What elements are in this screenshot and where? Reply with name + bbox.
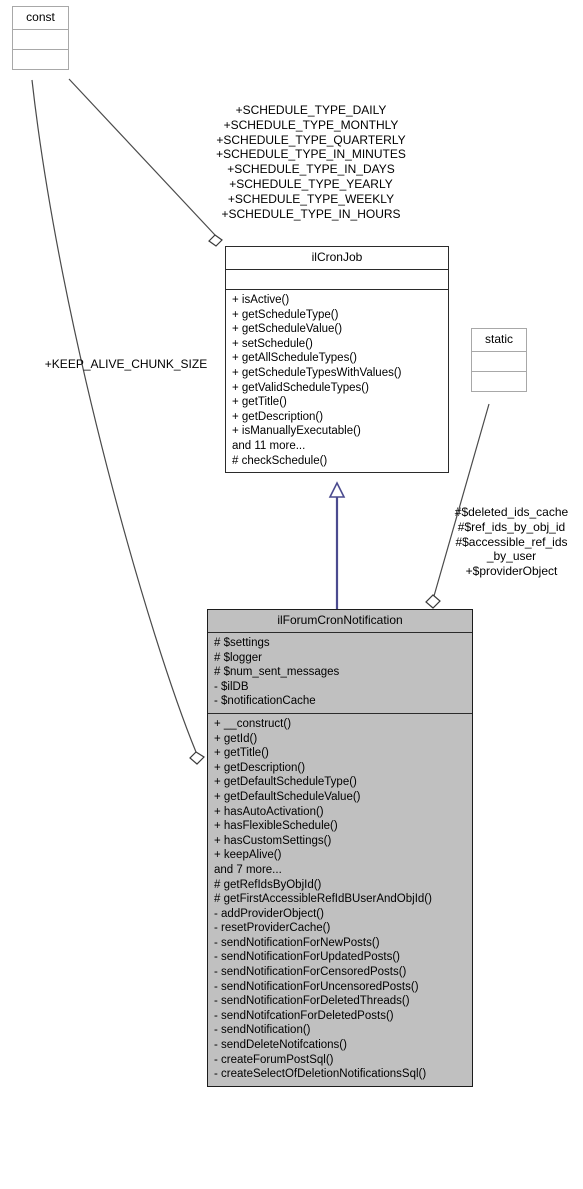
class-box-main-methods: + __construct() + getId() + getTitle() + ge… — [208, 714, 472, 1086]
class-member: - sendNotification() — [214, 1024, 311, 1037]
class-member: + getAllScheduleTypes() — [232, 352, 357, 365]
class-box-static-attributes — [472, 352, 526, 371]
class-member: + getDefaultScheduleType() — [214, 776, 357, 789]
class-member: - sendNotifcationForDeletedPosts() — [214, 1009, 394, 1022]
class-member: - addProviderObject() — [214, 907, 324, 920]
class-box-const-methods — [13, 50, 68, 69]
class-box-ilcronjob[interactable]: ilCronJob + isActive() + getScheduleType(… — [225, 246, 449, 474]
diamond-main-const — [189, 751, 205, 765]
class-member: + getDescription() — [232, 410, 324, 423]
class-member: - sendNotificationForUpdatedPosts() — [214, 951, 400, 964]
class-member: + hasCustomSettings() — [214, 834, 332, 847]
class-member: - $notificationCache — [214, 695, 316, 708]
edge-label-schedule-types: +SCHEDULE_TYPE_DAILY +SCHEDULE_TYPE_MONT… — [216, 103, 406, 221]
class-member: + getTitle() — [214, 747, 269, 760]
class-member: - createForumPostSql() — [214, 1053, 334, 1066]
class-member: + setSchedule() — [232, 337, 313, 350]
class-box-const[interactable]: const — [12, 6, 69, 70]
class-box-ilforumcronnotification[interactable]: ilForumCronNotification # $settings # $lo… — [207, 609, 473, 1087]
class-member: and 11 more... — [232, 439, 306, 452]
class-member: # $num_sent_messages — [214, 666, 340, 679]
uml-diagram-canvas: const +SCHEDULE_TYPE_DAILY +SCHEDULE_TYP… — [0, 0, 583, 1189]
class-box-static-title: static — [484, 332, 513, 346]
class-member: # $settings — [214, 637, 270, 649]
class-box-const-title: const — [26, 10, 55, 24]
class-member: + getTitle() — [232, 396, 287, 409]
class-member: # $logger — [214, 651, 262, 664]
edge-const-to-main — [31, 79, 197, 753]
class-box-static-methods — [472, 372, 526, 391]
class-member: + getId() — [214, 732, 258, 745]
class-member: # getRefIdsByObjId() — [214, 878, 322, 891]
class-member: and 7 more... — [214, 863, 282, 876]
class-box-const-attributes — [13, 30, 68, 49]
class-member: # getFirstAccessibleRefIdBUserAndObjId() — [214, 893, 432, 906]
class-member: - $ilDB — [214, 680, 249, 693]
edge-label-provider-object: #$deleted_ids_cache #$ref_ids_by_obj_id … — [454, 505, 569, 579]
class-member: + getScheduleValue() — [232, 323, 343, 336]
diamond-cronjob-const — [208, 234, 223, 247]
class-box-ilcronjob-methods: + isActive() + getScheduleType() + getSche… — [226, 290, 448, 472]
class-member: + getScheduleType() — [232, 308, 339, 321]
class-member: + getDefaultScheduleValue() — [214, 790, 361, 803]
class-member: - sendDeleteNotifcations() — [214, 1039, 347, 1052]
class-member: + isManuallyExecutable() — [232, 425, 361, 438]
class-box-ilcronjob-attributes — [226, 270, 448, 289]
inheritance-arrowhead-icon — [328, 481, 346, 498]
class-member: - sendNotificationForDeletedThreads() — [214, 995, 410, 1008]
class-member: + hasFlexibleSchedule() — [214, 820, 338, 833]
class-member: + hasAutoActivation() — [214, 805, 324, 818]
class-box-main-attributes: # $settings # $logger # $num_sent_messages… — [208, 633, 472, 713]
class-member: - sendNotificationForUncensoredPosts() — [214, 980, 419, 993]
class-member: - resetProviderCache() — [214, 922, 331, 935]
class-box-ilcronjob-title: ilCronJob — [311, 250, 363, 264]
class-box-main-title: ilForumCronNotification — [277, 613, 403, 627]
class-member: + keepAlive() — [214, 849, 282, 862]
class-member: + getValidScheduleTypes() — [232, 381, 369, 394]
class-member: # checkSchedule() — [232, 454, 328, 467]
class-member: - sendNotificationForNewPosts() — [214, 936, 380, 949]
class-member: + getDescription() — [214, 761, 306, 774]
class-member: + __construct() — [214, 717, 292, 730]
class-member: - createSelectOfDeletionNotificationsSql… — [214, 1068, 427, 1081]
edge-label-keep-alive: +KEEP_ALIVE_CHUNK_SIZE — [44, 357, 208, 371]
class-member: + isActive() — [232, 294, 290, 306]
class-box-static[interactable]: static — [471, 328, 527, 392]
diamond-main-static — [425, 594, 441, 609]
class-member: + getScheduleTypesWithValues() — [232, 366, 402, 379]
class-member: - sendNotificationForCensoredPosts() — [214, 966, 407, 979]
